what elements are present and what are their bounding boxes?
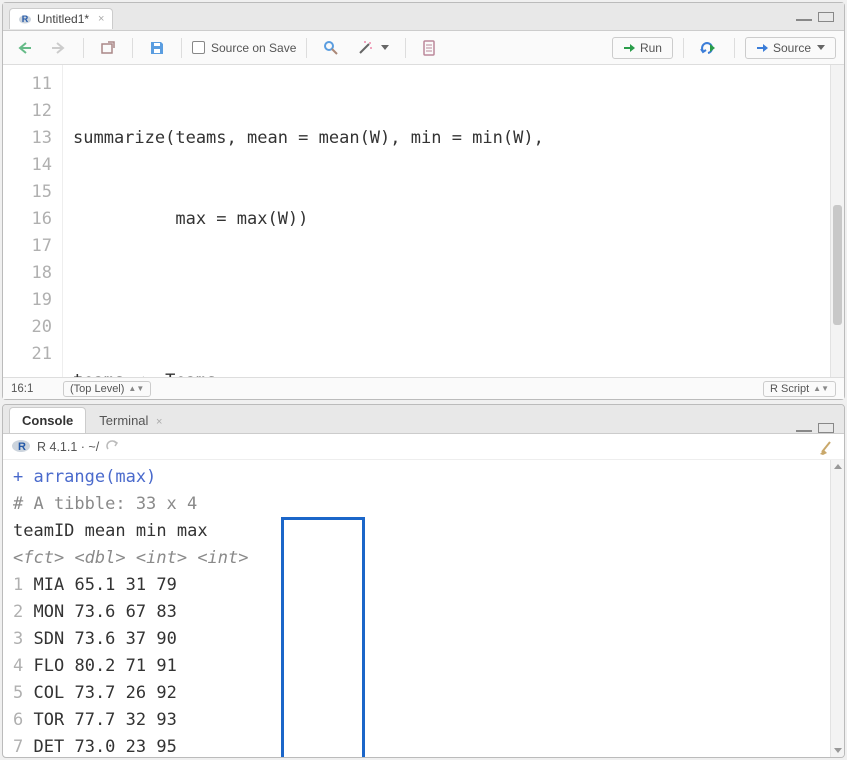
table-row: 3 SDN 73.6 37 90: [13, 626, 820, 653]
tibble-dim-header: # A tibble: 33 x 4: [13, 494, 197, 514]
r-file-icon: R: [18, 12, 32, 26]
line-number-gutter: 11 12 13 14 15 16 17 18 19 20 21: [3, 65, 63, 377]
code-line: summarize(teams, mean = mean(W), min = m…: [73, 125, 830, 152]
console-scrollbar[interactable]: [830, 460, 844, 757]
console-working-dir: R 4.1.1 · ~/: [37, 440, 99, 454]
stepper-icon: ▲▼: [128, 386, 144, 391]
table-row: 5 COL 73.7 26 92: [13, 680, 820, 707]
editor-tab-bar: R Untitled1* ×: [3, 3, 844, 31]
line-number: 16: [3, 206, 52, 233]
maximize-icon[interactable]: [818, 423, 834, 433]
source-button[interactable]: Source: [745, 37, 836, 59]
minimize-icon[interactable]: [796, 430, 812, 432]
search-icon: [323, 40, 339, 56]
source-editor-panel: R Untitled1* × Source on Save: [2, 2, 845, 400]
console-info-bar: R R 4.1.1 · ~/: [3, 434, 844, 460]
line-number: 18: [3, 260, 52, 287]
panel-window-controls: [796, 12, 838, 22]
source-arrow-icon: [756, 42, 770, 54]
notebook-icon: [422, 40, 436, 56]
source-on-save-checkbox[interactable]: [192, 41, 205, 54]
line-number: 14: [3, 152, 52, 179]
nav-forward-button[interactable]: [45, 37, 73, 59]
scroll-down-arrow-icon[interactable]: [833, 745, 844, 755]
code-text-area[interactable]: summarize(teams, mean = mean(W), min = m…: [63, 65, 830, 377]
run-button[interactable]: Run: [612, 37, 673, 59]
find-button[interactable]: [317, 36, 345, 60]
console-tab-bar: Console Terminal ×: [3, 405, 844, 434]
code-line: teams <- Teams: [73, 368, 830, 377]
panel-window-controls: [796, 423, 838, 433]
editor-status-bar: 16:1 (Top Level) ▲▼ R Script ▲▼: [3, 377, 844, 399]
svg-text:R: R: [22, 14, 29, 24]
scrollbar-thumb[interactable]: [833, 205, 842, 325]
column-type-row: <fct> <dbl> <int> <int>: [13, 545, 820, 572]
console-output[interactable]: + arrange(max) # A tibble: 33 x 4 teamID…: [3, 460, 830, 757]
code-line: max = max(W)): [73, 206, 830, 233]
line-number: 20: [3, 314, 52, 341]
code-tools-button[interactable]: [351, 36, 395, 60]
source-on-save-label: Source on Save: [211, 41, 296, 55]
show-in-new-window-button[interactable]: [94, 37, 122, 59]
rerun-icon: [700, 41, 718, 55]
minimize-icon[interactable]: [796, 19, 812, 21]
save-icon: [149, 40, 165, 56]
chevron-down-icon: [817, 45, 825, 50]
arrow-left-icon: [17, 41, 33, 55]
arrow-right-icon: [51, 41, 67, 55]
line-number: 21: [3, 341, 52, 368]
chevron-down-icon: [381, 45, 389, 50]
run-arrow-icon: [623, 42, 637, 54]
column-header-row: teamID mean min max: [13, 518, 820, 545]
broom-icon: [818, 438, 836, 456]
editor-scrollbar[interactable]: [830, 65, 844, 377]
compile-report-button[interactable]: [416, 36, 442, 60]
code-editor[interactable]: 11 12 13 14 15 16 17 18 19 20 21 summari…: [3, 65, 844, 377]
clear-console-button[interactable]: [818, 438, 836, 456]
source-label: Source: [773, 41, 811, 55]
line-number: 13: [3, 125, 52, 152]
table-row: 2 MON 73.6 67 83: [13, 599, 820, 626]
tab-console-label: Console: [22, 413, 73, 428]
file-type-selector[interactable]: R Script ▲▼: [763, 381, 836, 397]
scope-label: (Top Level): [70, 383, 124, 395]
tab-terminal-label: Terminal: [99, 413, 148, 428]
console-echo-line: + arrange(max): [13, 467, 156, 487]
table-row: 7 DET 73.0 23 95: [13, 734, 820, 757]
file-type-label: R Script: [770, 383, 809, 395]
maximize-icon[interactable]: [818, 12, 834, 22]
svg-text:R: R: [18, 441, 26, 453]
line-number: 15: [3, 179, 52, 206]
code-line: [73, 287, 830, 314]
console-panel: Console Terminal × R R 4.1.1 · ~/ + arra…: [2, 404, 845, 758]
rerun-button[interactable]: [694, 37, 724, 59]
editor-toolbar: Source on Save Run Source: [3, 31, 844, 65]
r-logo-icon: R: [11, 437, 31, 456]
editor-tab-untitled[interactable]: R Untitled1* ×: [9, 8, 113, 29]
scope-selector[interactable]: (Top Level) ▲▼: [63, 381, 151, 397]
wand-icon: [357, 40, 375, 56]
nav-back-button[interactable]: [11, 37, 39, 59]
save-button[interactable]: [143, 36, 171, 60]
line-number: 19: [3, 287, 52, 314]
popout-icon: [100, 41, 116, 55]
tab-terminal[interactable]: Terminal ×: [86, 407, 175, 433]
line-number: 17: [3, 233, 52, 260]
cursor-position: 16:1: [11, 383, 63, 395]
line-number: 11: [3, 71, 52, 98]
scroll-up-arrow-icon[interactable]: [833, 462, 844, 472]
line-number: 12: [3, 98, 52, 125]
editor-tab-title: Untitled1*: [37, 12, 89, 26]
run-label: Run: [640, 41, 662, 55]
close-icon[interactable]: ×: [94, 13, 104, 25]
table-row: 1 MIA 65.1 31 79: [13, 572, 820, 599]
close-icon[interactable]: ×: [156, 416, 162, 428]
share-icon[interactable]: [105, 438, 119, 455]
table-row: 6 TOR 77.7 32 93: [13, 707, 820, 734]
table-row: 4 FLO 80.2 71 91: [13, 653, 820, 680]
tab-console[interactable]: Console: [9, 407, 86, 433]
stepper-icon: ▲▼: [813, 386, 829, 391]
